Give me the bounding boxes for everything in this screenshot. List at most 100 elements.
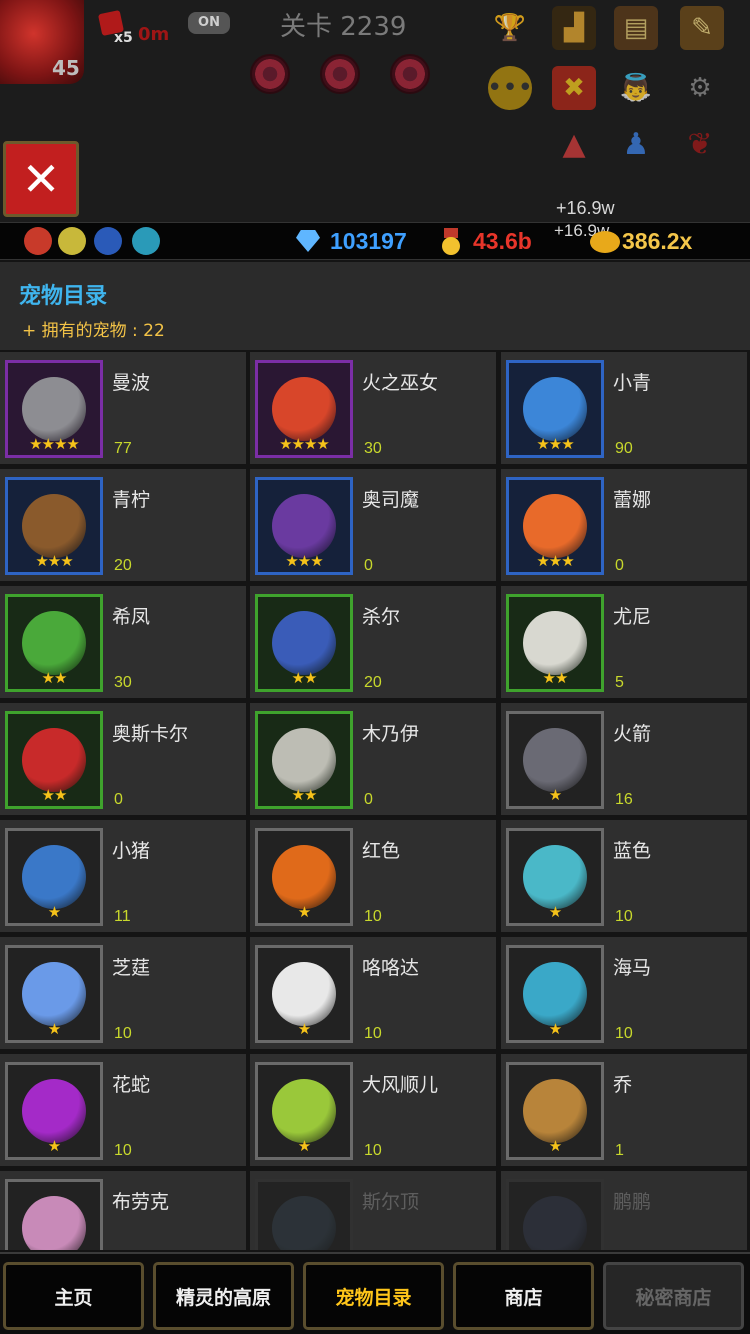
- pet-card[interactable]: ★★★ 青柠 20: [0, 469, 246, 581]
- hero-portrait-icon[interactable]: [58, 227, 86, 255]
- pet-portrait[interactable]: ★★★: [255, 477, 353, 575]
- pet-stars: ★★★: [536, 435, 574, 453]
- trophy-icon[interactable]: 🏆: [488, 6, 532, 50]
- angel-icon[interactable]: 👼: [614, 66, 658, 110]
- pet-portrait[interactable]: [255, 1179, 353, 1250]
- pet-count: 1: [615, 1142, 624, 1159]
- gain-text: +16.9w: [556, 198, 615, 218]
- pet-art-icon: [22, 377, 86, 441]
- pet-portrait[interactable]: ★: [506, 828, 604, 926]
- pet-portrait[interactable]: ★: [5, 1062, 103, 1160]
- pet-card[interactable]: ★ 海马 10: [501, 937, 747, 1049]
- pet-card[interactable]: ★ 大风顺儿 10: [250, 1054, 496, 1166]
- pet-card[interactable]: 布劳克: [0, 1171, 246, 1250]
- bottom-nav: 主页 精灵的高原 宠物目录 商店 秘密商店: [0, 1252, 750, 1334]
- pet-portrait[interactable]: [5, 1179, 103, 1250]
- pet-card[interactable]: ★ 乔 1: [501, 1054, 747, 1166]
- pet-card[interactable]: ★★★ 小青 90: [501, 352, 747, 464]
- pet-name: 红色: [362, 840, 401, 862]
- book-icon[interactable]: ▤: [614, 6, 658, 50]
- warning-icon[interactable]: ▲: [552, 122, 596, 166]
- pet-count: 30: [364, 440, 382, 457]
- pet-name: 布劳克: [112, 1191, 170, 1213]
- pet-art-icon: [272, 377, 336, 441]
- pet-portrait[interactable]: ★: [5, 828, 103, 926]
- pet-count: 10: [364, 1025, 382, 1042]
- pet-card[interactable]: ★ 火箭 16: [501, 703, 747, 815]
- chat-icon[interactable]: •••: [487, 66, 533, 110]
- pet-portrait[interactable]: ★: [5, 945, 103, 1043]
- ghosts-icon[interactable]: ♟: [614, 122, 658, 166]
- pet-portrait[interactable]: ★: [255, 828, 353, 926]
- pet-portrait[interactable]: ★★: [5, 711, 103, 809]
- pet-portrait[interactable]: ★★★: [506, 360, 604, 458]
- pet-portrait[interactable]: ★★: [506, 594, 604, 692]
- pet-portrait[interactable]: ★: [506, 1062, 604, 1160]
- pet-card[interactable]: 斯尔顶: [250, 1171, 496, 1250]
- gear-icon[interactable]: ⚙: [678, 66, 722, 110]
- pet-portrait[interactable]: ★: [255, 945, 353, 1043]
- pet-card[interactable]: ★★★ 蕾娜 0: [501, 469, 747, 581]
- hero-portrait-icon[interactable]: [24, 227, 52, 255]
- pet-portrait[interactable]: ★★: [255, 711, 353, 809]
- tab-home[interactable]: 主页: [3, 1262, 144, 1330]
- hero-portrait-icon[interactable]: [132, 227, 160, 255]
- pet-portrait[interactable]: ★★★: [5, 477, 103, 575]
- auto-toggle[interactable]: ON: [188, 12, 230, 34]
- pet-portrait[interactable]: ★★★: [506, 477, 604, 575]
- tab-pet-catalog[interactable]: 宠物目录: [303, 1262, 444, 1330]
- pet-card[interactable]: ★★ 杀尔 20: [250, 586, 496, 698]
- pet-card[interactable]: ★★ 希凤 30: [0, 586, 246, 698]
- pet-card[interactable]: ★ 咯咯达 10: [250, 937, 496, 1049]
- pet-art-icon: [272, 1079, 336, 1143]
- pet-art-icon: [272, 962, 336, 1026]
- rune-icon: [320, 54, 360, 94]
- pet-stars: ★: [548, 1137, 562, 1155]
- pet-count: 0: [364, 557, 373, 574]
- pet-card[interactable]: ★★★ 奥司魔 0: [250, 469, 496, 581]
- pet-portrait[interactable]: ★★★★: [5, 360, 103, 458]
- scroll-icon[interactable]: ✎: [680, 6, 724, 50]
- pet-count: 0: [615, 557, 624, 574]
- pet-card[interactable]: ★★ 奥斯卡尔 0: [0, 703, 246, 815]
- player-avatar[interactable]: 45: [0, 0, 84, 84]
- pet-card[interactable]: ★★ 尤尼 5: [501, 586, 747, 698]
- pet-stars: ★★★★: [279, 435, 330, 453]
- pet-name: 乔: [613, 1074, 633, 1096]
- pet-card[interactable]: ★★ 木乃伊 0: [250, 703, 496, 815]
- tab-spirit-plateau[interactable]: 精灵的高原: [153, 1262, 294, 1330]
- pet-name: 火之巫女: [362, 372, 439, 394]
- pet-name: 斯尔顶: [362, 1191, 420, 1213]
- podium-icon[interactable]: ▟: [552, 6, 596, 50]
- pet-card[interactable]: ★ 红色 10: [250, 820, 496, 932]
- claw-icon[interactable]: ❦: [678, 122, 722, 166]
- pet-card[interactable]: ★★★★ 曼波 77: [0, 352, 246, 464]
- pet-portrait[interactable]: ★: [506, 945, 604, 1043]
- pet-card[interactable]: ★ 花蛇 10: [0, 1054, 246, 1166]
- pet-portrait[interactable]: ★: [255, 1062, 353, 1160]
- pet-card[interactable]: 鹏鹏: [501, 1171, 747, 1250]
- pet-card[interactable]: ★ 小猪 11: [0, 820, 246, 932]
- event-icon[interactable]: ✖: [552, 66, 596, 110]
- pet-card[interactable]: ★ 芝莛 10: [0, 937, 246, 1049]
- pet-portrait[interactable]: ★★: [5, 594, 103, 692]
- pet-art-icon: [523, 1079, 587, 1143]
- pet-portrait[interactable]: ★★: [255, 594, 353, 692]
- tab-shop[interactable]: 商店: [453, 1262, 594, 1330]
- pet-stars: ★: [47, 903, 61, 921]
- pet-count: 20: [364, 674, 382, 691]
- gold-coin-icon: [590, 231, 620, 253]
- pet-card[interactable]: ★★★★ 火之巫女 30: [250, 352, 496, 464]
- pet-art-icon: [22, 728, 86, 792]
- pet-card[interactable]: ★ 蓝色 10: [501, 820, 747, 932]
- tab-secret-shop[interactable]: 秘密商店: [603, 1262, 744, 1330]
- medal-count: 43.6b: [473, 228, 532, 254]
- pet-name: 鹏鹏: [613, 1191, 652, 1213]
- pet-portrait[interactable]: ★★★★: [255, 360, 353, 458]
- pet-portrait[interactable]: ★: [506, 711, 604, 809]
- pet-count: 10: [114, 1025, 132, 1042]
- pet-portrait[interactable]: [506, 1179, 604, 1250]
- hero-portrait-icon[interactable]: [94, 227, 122, 255]
- close-button[interactable]: ✕: [3, 141, 79, 217]
- pet-art-icon: [523, 728, 587, 792]
